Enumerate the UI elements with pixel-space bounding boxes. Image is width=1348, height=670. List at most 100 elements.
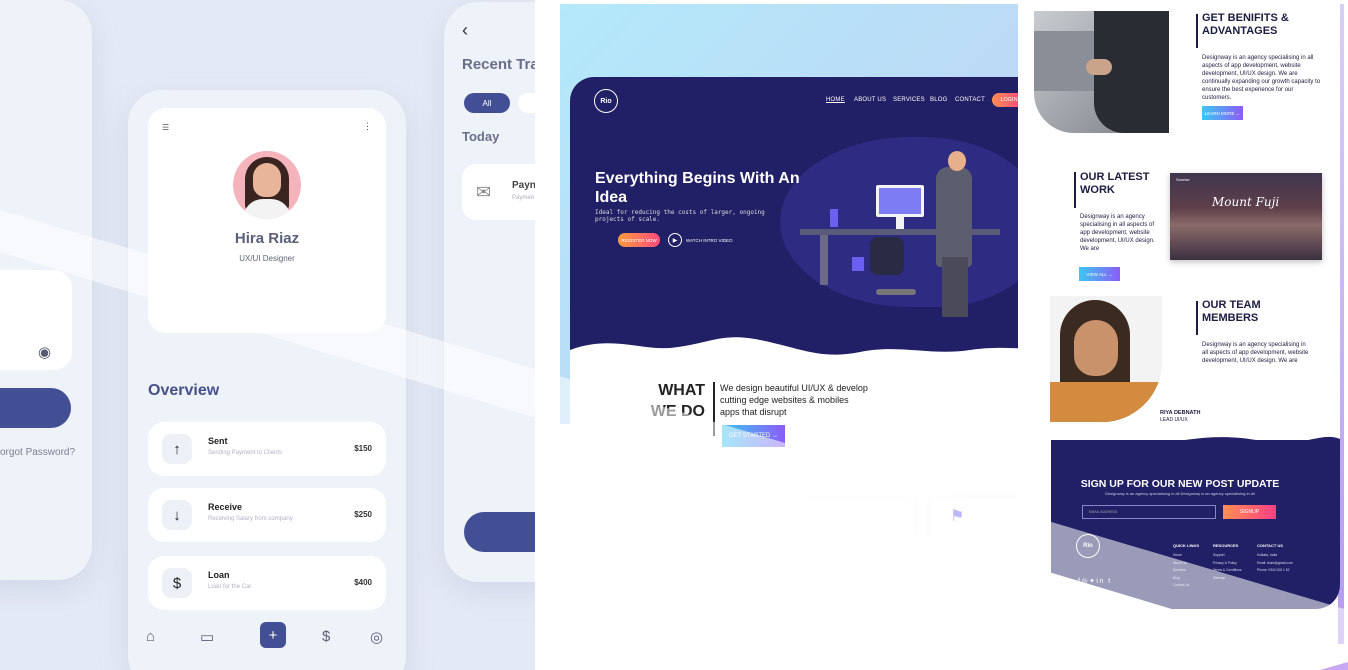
transaction-row[interactable]: $ Loan Loan for the Car $400 — [148, 556, 386, 610]
bottom-nav: ⌂ ▭ + $ ◎ — [138, 620, 396, 660]
profile-name: Hira Riaz — [234, 230, 300, 247]
divider — [1196, 301, 1198, 335]
dollar-icon: $ — [162, 568, 192, 598]
play-icon[interactable]: ▶ — [668, 233, 682, 247]
service-card[interactable]: ⚑ — [930, 498, 1026, 562]
footer-link[interactable]: Support — [1213, 552, 1242, 560]
plant-icon — [830, 209, 838, 227]
divider — [1196, 14, 1198, 48]
signup-subtitle: Designway is an agency specialising in a… — [1105, 491, 1255, 496]
plant-icon — [852, 257, 864, 271]
back-icon[interactable]: ‹ — [462, 20, 468, 41]
footer-logo[interactable]: Rio — [1076, 534, 1100, 558]
get-started-button[interactable]: GET STARTED → — [722, 425, 785, 447]
email-input[interactable]: EMAIL ADDRESS — [1082, 505, 1216, 519]
learn-more-button[interactable]: LEARN MORE → — [1202, 106, 1243, 120]
dollar-icon[interactable]: $ — [322, 628, 330, 645]
divider — [1074, 172, 1076, 208]
monitor-illustration — [876, 185, 924, 217]
avatar — [233, 151, 301, 219]
password-field[interactable] — [0, 270, 72, 370]
hero-blob — [780, 137, 1040, 307]
transaction-subtitle: Receiving Salary from company — [208, 516, 293, 522]
plus-icon[interactable]: + — [260, 622, 286, 648]
footer-link[interactable]: Privacy & Policy — [1213, 560, 1242, 568]
profile-card: ☰ ⋮ Hira Riaz UX/UI Designer — [148, 108, 386, 333]
footer-link[interactable]: Home — [1173, 552, 1199, 560]
hero-subtitle: Ideal for reducing the costs of larger, … — [595, 209, 765, 223]
nav-blog[interactable]: BLOG — [930, 97, 947, 103]
transaction-amount: $150 — [354, 444, 372, 453]
handshake-photo — [1034, 11, 1169, 133]
hero-title: Everything Begins With An Idea — [595, 170, 800, 206]
benefits-text: Designway is an agency specialising in a… — [1202, 55, 1321, 101]
payment-subtitle: Paymen — [512, 195, 535, 201]
footer-link[interactable]: Contact Us — [1173, 582, 1199, 590]
nav-services[interactable]: SERVICES — [893, 97, 925, 103]
footer-link[interactable]: Terms & Conditions — [1213, 567, 1242, 575]
footer-link[interactable]: Blog — [1173, 575, 1199, 583]
footer-link[interactable]: About Us — [1173, 560, 1199, 568]
profile-role: UX/UI Designer — [239, 254, 295, 263]
forgot-password-link[interactable]: orgot Password? — [0, 447, 75, 458]
footer-contact: CONTACT US Kolkata, India Email: team@gm… — [1257, 543, 1293, 575]
what-we-do-title: WHAT WE DO — [650, 382, 705, 420]
transaction-title: Loan — [208, 570, 230, 580]
footer-link[interactable]: Sitemap — [1213, 575, 1242, 583]
view-all-button[interactable]: VIEW ALL → — [1079, 267, 1120, 281]
overview-title: Overview — [148, 382, 220, 399]
transaction-amount: $250 — [354, 510, 372, 519]
transaction-title: Receive — [208, 502, 243, 512]
signup-wave — [1051, 436, 1340, 465]
signup-button[interactable]: SIGNUP — [1223, 505, 1276, 519]
signup-title: SIGN UP FOR OUR NEW POST UPDATE — [1080, 478, 1280, 490]
mount-fuji-preview[interactable]: Sunrise Mount Fuji — [1170, 173, 1322, 260]
footer-contact-item: Email: team@gmail.com — [1257, 560, 1293, 565]
benefits-title: GET BENIFITS & ADVANTAGES — [1202, 12, 1289, 37]
transaction-row[interactable]: ↑ Sent Sending Payment to Clients $150 — [148, 422, 386, 476]
transaction-row[interactable]: ↓ Receive Receiving Salary from company … — [148, 488, 386, 542]
rio-logo[interactable]: Rio — [594, 89, 618, 113]
footer-quick-links: QUICK LINKS Home About Us Services Blog … — [1173, 543, 1199, 590]
nav-about[interactable]: ABOUT US — [854, 97, 886, 103]
social-icons[interactable]: f◎✦in t — [1078, 577, 1112, 585]
transaction-amount: $400 — [354, 578, 372, 587]
nav-home[interactable]: HOME — [826, 97, 845, 103]
arrow-up-icon: ↑ — [162, 434, 192, 464]
member-role: LEAD UI/UX — [1160, 417, 1188, 423]
transaction-subtitle: Loan for the Car — [208, 584, 252, 590]
service-card[interactable] — [810, 498, 914, 532]
transaction-subtitle: Sending Payment to Clients — [208, 450, 283, 456]
person-illustration: ⚑ — [950, 508, 965, 525]
register-button[interactable]: REGISTER NOW — [618, 233, 660, 247]
fuji-title: Mount Fuji — [1212, 195, 1280, 209]
divider — [713, 382, 715, 436]
what-we-do-text: We design beautiful UI/UX & develop cutt… — [720, 383, 868, 417]
recent-transactions-title: Recent Tra — [462, 56, 539, 73]
team-text: Designway is an agency specialising in a… — [1202, 342, 1309, 364]
profile-phone: ☰ ⋮ Hira Riaz UX/UI Designer Overview ↑ … — [128, 90, 406, 670]
latest-work-title: OUR LATEST WORK — [1080, 171, 1150, 196]
team-title: OUR TEAM MEMBERS — [1202, 299, 1261, 324]
home-icon[interactable]: ⌂ — [146, 628, 155, 645]
latest-work-text: Designway is an agency specialising in a… — [1080, 214, 1155, 252]
menu-icon[interactable]: ☰ — [162, 123, 169, 132]
filter-all-chip[interactable]: All — [464, 93, 510, 113]
card-icon[interactable]: ▭ — [200, 628, 214, 646]
person-illustration — [936, 167, 972, 267]
profile-icon[interactable]: ◎ — [370, 628, 383, 646]
eye-icon[interactable]: ◉ — [38, 343, 51, 361]
footer-contact-item: Kolkata, India — [1257, 553, 1277, 557]
payment-title: Payn — [512, 180, 536, 191]
footer-link[interactable]: Services — [1173, 567, 1199, 575]
arrow-down-icon: ↓ — [162, 500, 192, 530]
more-icon[interactable]: ⋮ — [363, 121, 372, 132]
today-label: Today — [462, 129, 500, 144]
footer-resources: RESOURCES Support Privacy & Policy Terms… — [1213, 543, 1242, 582]
team-member-photo — [1050, 296, 1162, 422]
watch-video-link[interactable]: WATCH INTRO VIDEO — [686, 238, 733, 243]
nav-contact[interactable]: CONTACT — [955, 97, 985, 103]
canvas: ◉ orgot Password? ☰ ⋮ Hira Riaz UX/UI De… — [0, 0, 1348, 670]
login-button[interactable] — [0, 388, 71, 428]
preview-logo: Sunrise — [1176, 177, 1190, 182]
